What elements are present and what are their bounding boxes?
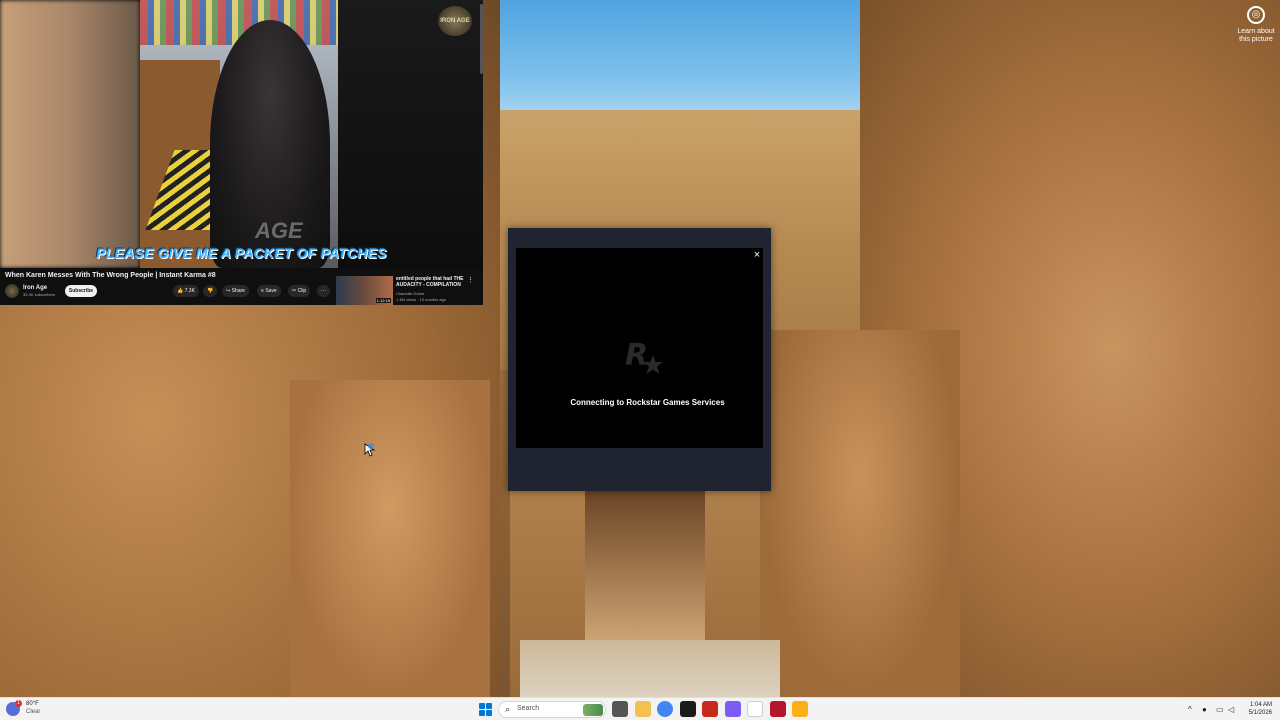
recommended-thumbnail[interactable]: 1:12:18 xyxy=(336,276,393,305)
save-icon: ≡ xyxy=(261,288,264,294)
video-title: When Karen Messes With The Wrong People … xyxy=(5,272,216,279)
scissors-icon: ✂ xyxy=(292,288,297,294)
video-watermark: AGE xyxy=(255,218,303,243)
dislike-button[interactable]: 👎 xyxy=(203,285,218,297)
thumbs-up-icon: 👍 xyxy=(177,288,184,294)
channel-avatar[interactable] xyxy=(5,284,19,298)
recommended-title[interactable]: entitled people that had THE AUDACITY - … xyxy=(396,276,468,288)
channel-name[interactable]: Iron Age xyxy=(23,285,47,291)
save-button[interactable]: ≡ Save xyxy=(257,285,281,297)
volume-icon[interactable]: ◁ xyxy=(1228,705,1234,714)
camera-icon: ◎ xyxy=(1247,6,1265,24)
chevron-up-icon[interactable]: ^ xyxy=(1188,705,1192,714)
chrome-icon[interactable] xyxy=(657,701,673,717)
mouse-cursor-icon xyxy=(364,443,376,457)
learn-about-picture-button[interactable]: ◎ Learn about this picture xyxy=(1232,6,1280,44)
save-label: Save xyxy=(265,288,277,294)
app-icon[interactable] xyxy=(769,701,786,717)
svg-text:R: R xyxy=(625,338,648,373)
youtube-window: IRON AGE AGE PLEASE GIVE ME A PACKET OF … xyxy=(0,0,483,305)
windows-icon xyxy=(479,703,485,709)
start-button[interactable] xyxy=(479,703,492,716)
like-button[interactable]: 👍 7.3K xyxy=(173,285,199,297)
notepad-icon[interactable] xyxy=(747,701,763,717)
wallpaper-pillar xyxy=(290,380,490,697)
share-label: Share xyxy=(231,288,245,294)
video-frame xyxy=(140,0,338,268)
close-icon[interactable]: × xyxy=(750,248,764,262)
weather-temperature: 80°F xyxy=(26,701,39,707)
share-button[interactable]: ↪ Share xyxy=(222,285,249,297)
video-blur-right xyxy=(338,0,483,268)
clip-label: Clip xyxy=(297,288,307,294)
file-explorer-icon[interactable] xyxy=(634,701,651,717)
recommended-duration: 1:12:18 xyxy=(375,298,391,303)
wallpaper-floor xyxy=(520,640,780,697)
messenger-icon[interactable] xyxy=(724,701,741,717)
rockstar-panel: R Connecting to Rockstar Games Services xyxy=(516,248,763,448)
weather-condition: Clear xyxy=(26,709,41,715)
clock-date: 5/1/2026 xyxy=(1248,710,1272,716)
video-channel-logo: IRON AGE xyxy=(438,6,472,36)
recommended-meta: 1.4M views · 10 months ago xyxy=(396,297,447,302)
mic-icon[interactable]: ● xyxy=(1202,705,1207,714)
rockstar-icon[interactable] xyxy=(792,701,808,717)
search-placeholder: Search xyxy=(517,705,540,712)
share-icon: ↪ xyxy=(226,288,231,294)
scrollbar[interactable] xyxy=(480,4,483,74)
clip-button[interactable]: ✂ Clip xyxy=(288,285,311,297)
rockstar-logo-icon: R xyxy=(625,338,663,374)
app-icon[interactable] xyxy=(679,701,696,717)
video-player[interactable]: IRON AGE AGE PLEASE GIVE ME A PACKET OF … xyxy=(0,0,483,268)
network-icon[interactable]: ▭ xyxy=(1216,705,1224,714)
app-icon[interactable] xyxy=(702,701,718,717)
subscriber-count: 35.3K subscribers xyxy=(23,292,56,297)
recommended-channel: Charlotte Dobre xyxy=(396,291,425,296)
video-caption: PLEASE GIVE ME A PACKET OF PATCHES xyxy=(96,245,387,261)
connection-status: Connecting to Rockstar Games Services xyxy=(570,398,725,407)
learn-about-picture-label: Learn about this picture xyxy=(1237,28,1275,43)
more-actions-button[interactable]: ··· xyxy=(317,285,330,297)
clock-time: 1:04 AM xyxy=(1249,702,1272,708)
clock[interactable]: 1:04 AM 5/1/2026 xyxy=(1242,701,1272,717)
search-icon: ⌕ xyxy=(505,704,511,714)
rockstar-launcher-window: R Connecting to Rockstar Games Services … xyxy=(508,228,771,491)
subscribe-button[interactable]: Subscribe xyxy=(65,285,97,297)
taskbar: 1 80°F Clear ⌕ Search ^ ● ▭ ◁ 1:04 AM 5/… xyxy=(0,697,1280,720)
video-blur-left xyxy=(0,0,140,268)
file-icon[interactable] xyxy=(612,701,628,717)
search-highlight-icon xyxy=(583,704,603,716)
thumbs-down-icon: 👎 xyxy=(207,288,214,294)
wallpaper-pillar xyxy=(760,330,960,697)
like-count: 7.3K xyxy=(184,288,195,294)
kebab-menu-icon[interactable]: ⋮ xyxy=(467,276,474,284)
taskbar-search[interactable]: ⌕ Search xyxy=(498,701,606,718)
weather-badge: 1 xyxy=(15,700,22,707)
